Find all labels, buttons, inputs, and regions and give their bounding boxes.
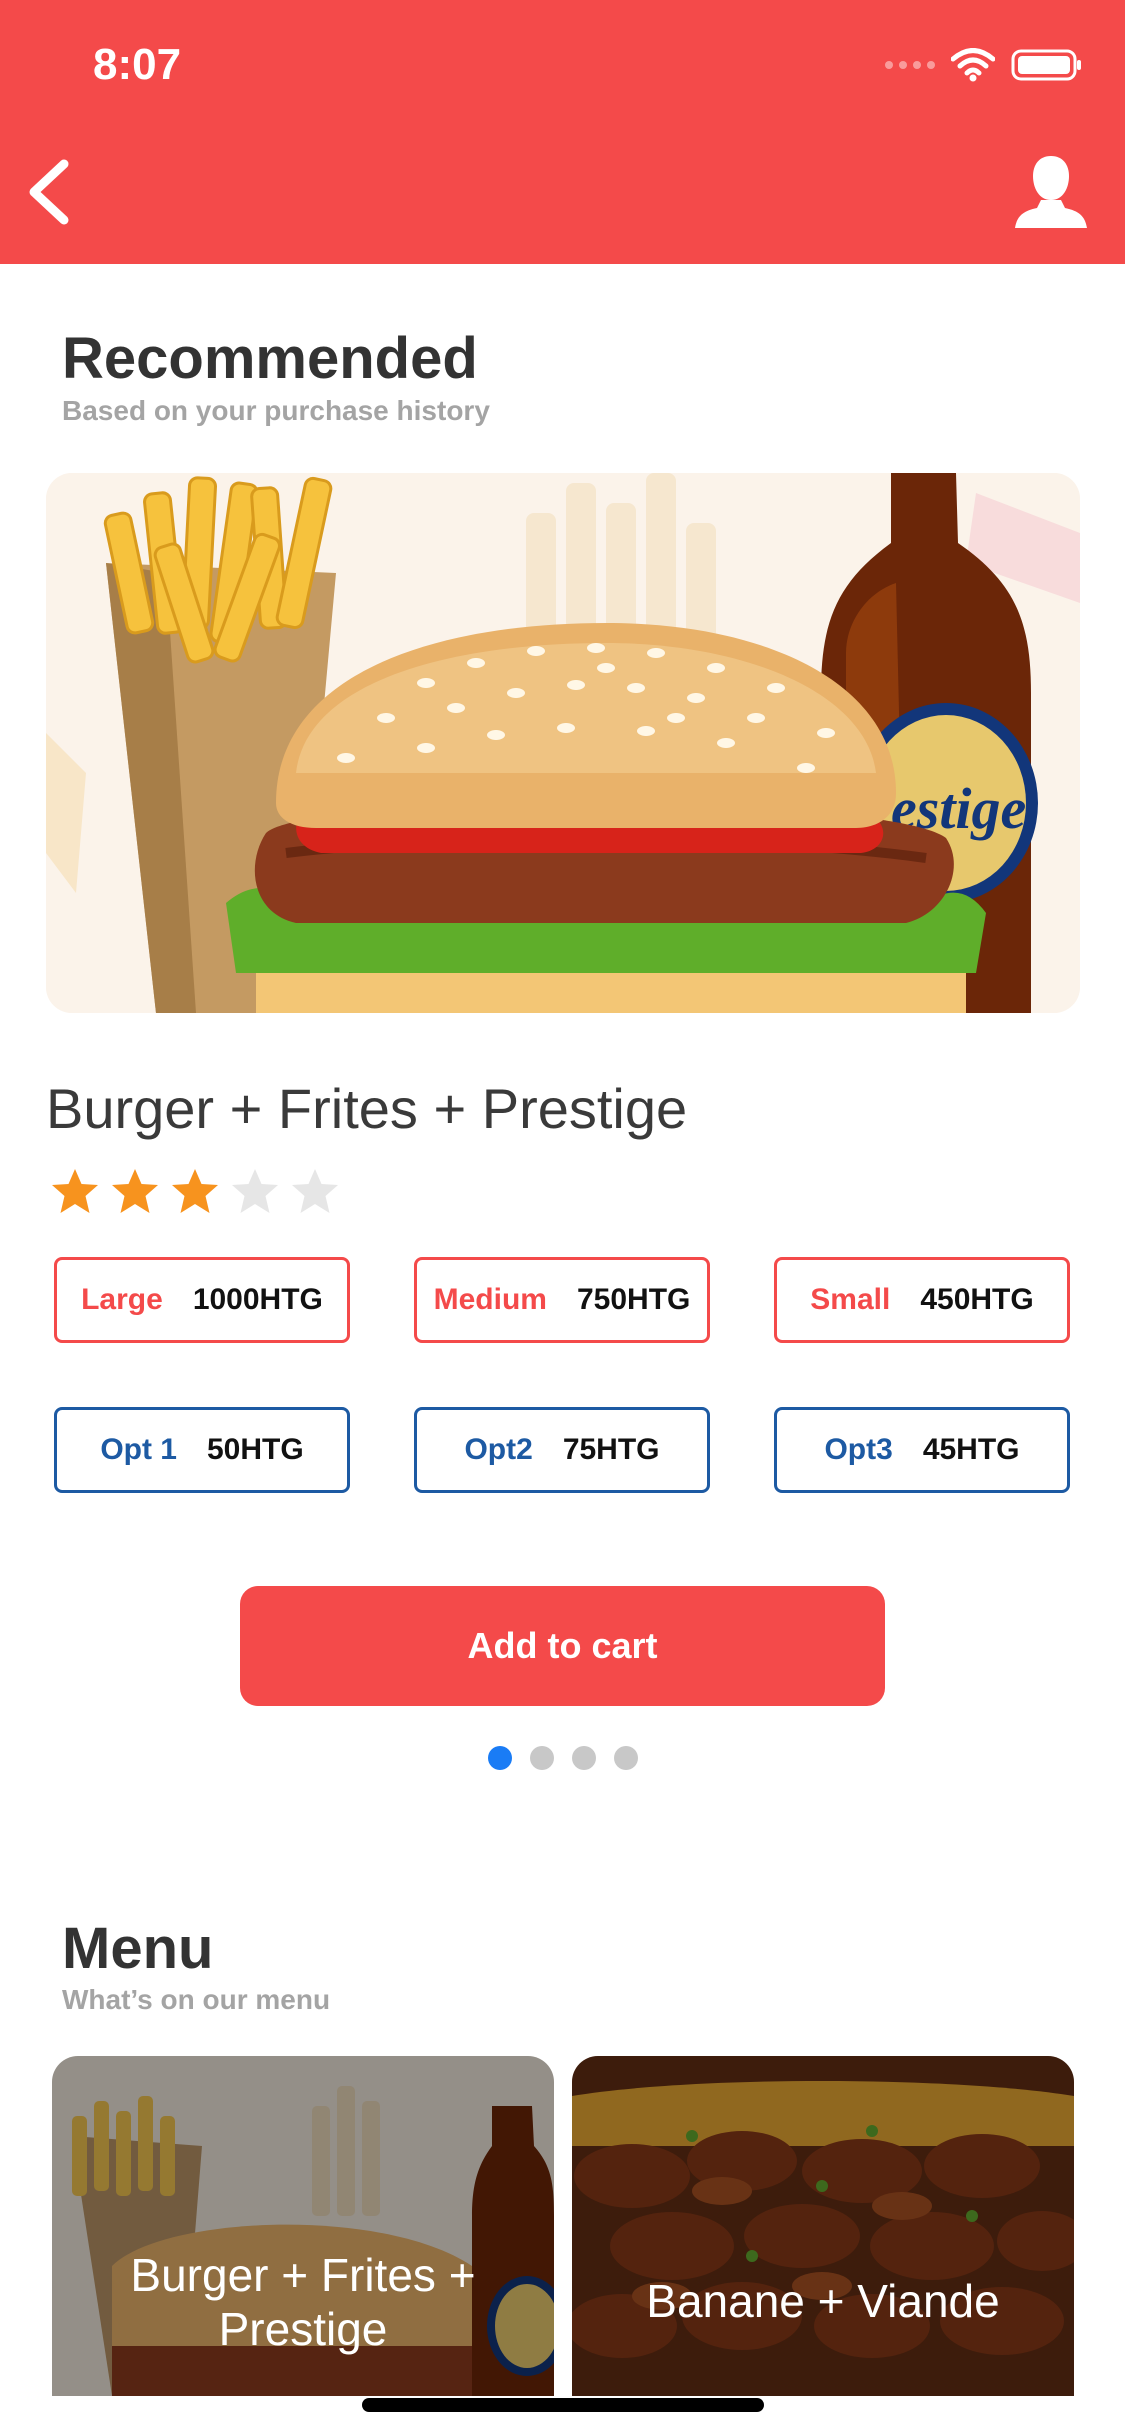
status-icons [885,48,1083,82]
size-small-button[interactable]: Small 450HTG [774,1257,1070,1343]
option-2-button[interactable]: Opt2 75HTG [414,1407,710,1493]
menu-item-label: Banane + Viande [646,2275,1000,2327]
product-name: Burger + Frites + Prestige [46,1077,688,1140]
size-label: Large [81,1283,163,1316]
add-to-cart-button[interactable]: Add to cart [240,1586,885,1706]
size-large-button[interactable]: Large 1000HTG [54,1257,350,1343]
page-dot[interactable] [530,1746,554,1770]
menu-item-banane-card[interactable]: Banane + Viande [572,2056,1074,2396]
menu-item-label: Burger + Frites + Prestige [130,2249,476,2355]
star-filled-icon [112,1169,158,1213]
status-time: 8:07 [93,40,182,89]
wifi-icon [951,48,995,82]
page-dot[interactable] [614,1746,638,1770]
menu-item-image [572,2056,1074,2396]
back-chevron-icon[interactable] [24,156,76,228]
option-label: Opt2 [464,1433,533,1466]
app-header: 8:07 [0,0,1125,264]
menu-title: Menu [62,1916,214,1981]
star-empty-icon [292,1169,338,1213]
option-price: 75HTG [562,1433,660,1466]
menu-item-burger-card[interactable]: Burger + Frites + Prestige [52,2056,554,2396]
battery-icon [1011,49,1081,81]
menu-subtitle: What’s on our menu [62,1984,331,2015]
size-label: Small [810,1283,891,1316]
recommended-subtitle: Based on your purchase history [62,395,490,426]
home-indicator[interactable] [362,2398,764,2412]
size-price: 750HTG [576,1283,691,1316]
size-price: 1000HTG [192,1283,323,1316]
option-price: 45HTG [922,1433,1020,1466]
option-1-button[interactable]: Opt 1 50HTG [54,1407,350,1493]
option-label: Opt3 [824,1433,893,1466]
star-filled-icon [52,1169,98,1213]
size-medium-button[interactable]: Medium 750HTG [414,1257,710,1343]
size-price: 450HTG [920,1283,1034,1316]
signal-icon [885,61,935,69]
user-profile-icon[interactable] [1011,152,1091,232]
carousel-page-indicator[interactable] [488,1746,638,1770]
rating-stars [50,1166,340,1216]
star-filled-icon [172,1169,218,1213]
recommended-title: Recommended [62,326,478,391]
product-hero-image[interactable]: estige [46,473,1080,1013]
size-label: Medium [433,1283,547,1316]
option-label: Opt 1 [100,1433,177,1466]
star-empty-icon [232,1169,278,1213]
option-price: 50HTG [206,1433,304,1466]
option-3-button[interactable]: Opt3 45HTG [774,1407,1070,1493]
page-dot[interactable] [572,1746,596,1770]
page-dot-active[interactable] [488,1746,512,1770]
